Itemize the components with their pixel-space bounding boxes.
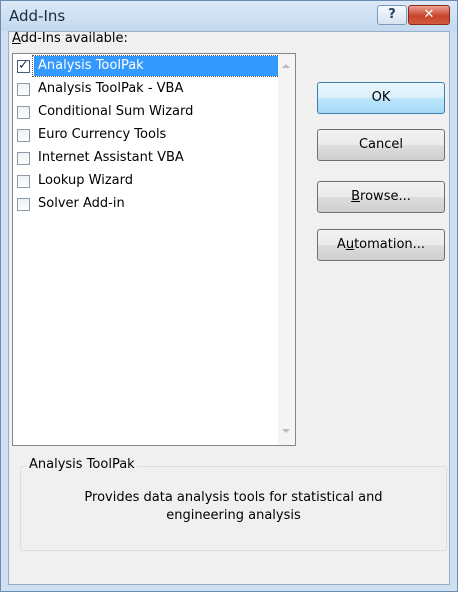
add-in-checkbox[interactable] bbox=[17, 106, 30, 119]
list-item-label: Internet Assistant VBA bbox=[38, 150, 184, 165]
list-item[interactable]: ✓ Analysis ToolPak bbox=[15, 55, 280, 79]
help-button[interactable]: ? bbox=[377, 5, 407, 25]
add-ins-listbox[interactable]: ✓ Analysis ToolPak Analysis ToolPak - VBA C… bbox=[12, 53, 296, 446]
browse-accelerator: B bbox=[351, 189, 361, 204]
browse-button[interactable]: Browse... bbox=[317, 181, 445, 213]
add-in-checkbox[interactable] bbox=[17, 152, 30, 165]
title-bar[interactable]: Add-Ins ? ✕ bbox=[1, 1, 457, 31]
add-in-checkbox[interactable] bbox=[17, 83, 30, 96]
add-ins-available-label: Add-Ins available: bbox=[12, 31, 128, 46]
dialog-title: Add-Ins bbox=[9, 7, 66, 25]
ok-button[interactable]: OK bbox=[317, 82, 445, 114]
automation-label-start: A bbox=[336, 237, 346, 252]
list-item[interactable]: Solver Add-in bbox=[15, 194, 278, 217]
description-line-2: engineering analysis bbox=[166, 508, 301, 523]
automation-label-rest: tomation... bbox=[354, 237, 426, 252]
scroll-up-arrow-icon[interactable] bbox=[282, 64, 290, 68]
label-accelerator: A bbox=[12, 31, 21, 46]
add-in-checkbox[interactable] bbox=[17, 129, 30, 142]
add-ins-list: ✓ Analysis ToolPak Analysis ToolPak - VBA C… bbox=[15, 55, 280, 217]
description-group-title: Analysis ToolPak bbox=[27, 457, 137, 472]
list-item[interactable]: Analysis ToolPak - VBA bbox=[15, 79, 278, 102]
add-in-checkbox[interactable] bbox=[17, 175, 30, 188]
add-in-description: Provides data analysis tools for statist… bbox=[41, 489, 426, 525]
cancel-button[interactable]: Cancel bbox=[317, 129, 445, 161]
focus-ring bbox=[32, 55, 280, 77]
add-in-checkbox[interactable]: ✓ bbox=[17, 58, 30, 73]
list-item-label: Analysis ToolPak - VBA bbox=[38, 81, 184, 96]
add-in-checkbox[interactable] bbox=[17, 198, 30, 211]
list-item-label: Conditional Sum Wizard bbox=[38, 104, 194, 119]
description-line-1: Provides data analysis tools for statist… bbox=[84, 490, 383, 505]
list-item[interactable]: Lookup Wizard bbox=[15, 171, 278, 194]
close-button[interactable]: ✕ bbox=[408, 5, 450, 25]
list-item-label: Solver Add-in bbox=[38, 196, 125, 211]
add-ins-dialog: Add-Ins ? ✕ Add-Ins available: ✓ Analysis… bbox=[0, 0, 458, 592]
automation-button[interactable]: Automation... bbox=[317, 229, 445, 261]
list-item[interactable]: Conditional Sum Wizard bbox=[15, 102, 278, 125]
automation-accelerator: u bbox=[345, 237, 355, 252]
checkmark-icon: ✓ bbox=[18, 58, 29, 73]
label-text: dd-Ins available: bbox=[20, 31, 128, 46]
scroll-down-arrow-icon[interactable] bbox=[282, 429, 290, 433]
list-item[interactable]: Euro Currency Tools bbox=[15, 125, 278, 148]
list-item[interactable]: Internet Assistant VBA bbox=[15, 148, 278, 171]
list-item-label: Lookup Wizard bbox=[38, 173, 134, 188]
list-item-label: Euro Currency Tools bbox=[38, 127, 167, 142]
vertical-scrollbar[interactable] bbox=[278, 54, 295, 445]
browse-label: rowse... bbox=[360, 189, 411, 204]
